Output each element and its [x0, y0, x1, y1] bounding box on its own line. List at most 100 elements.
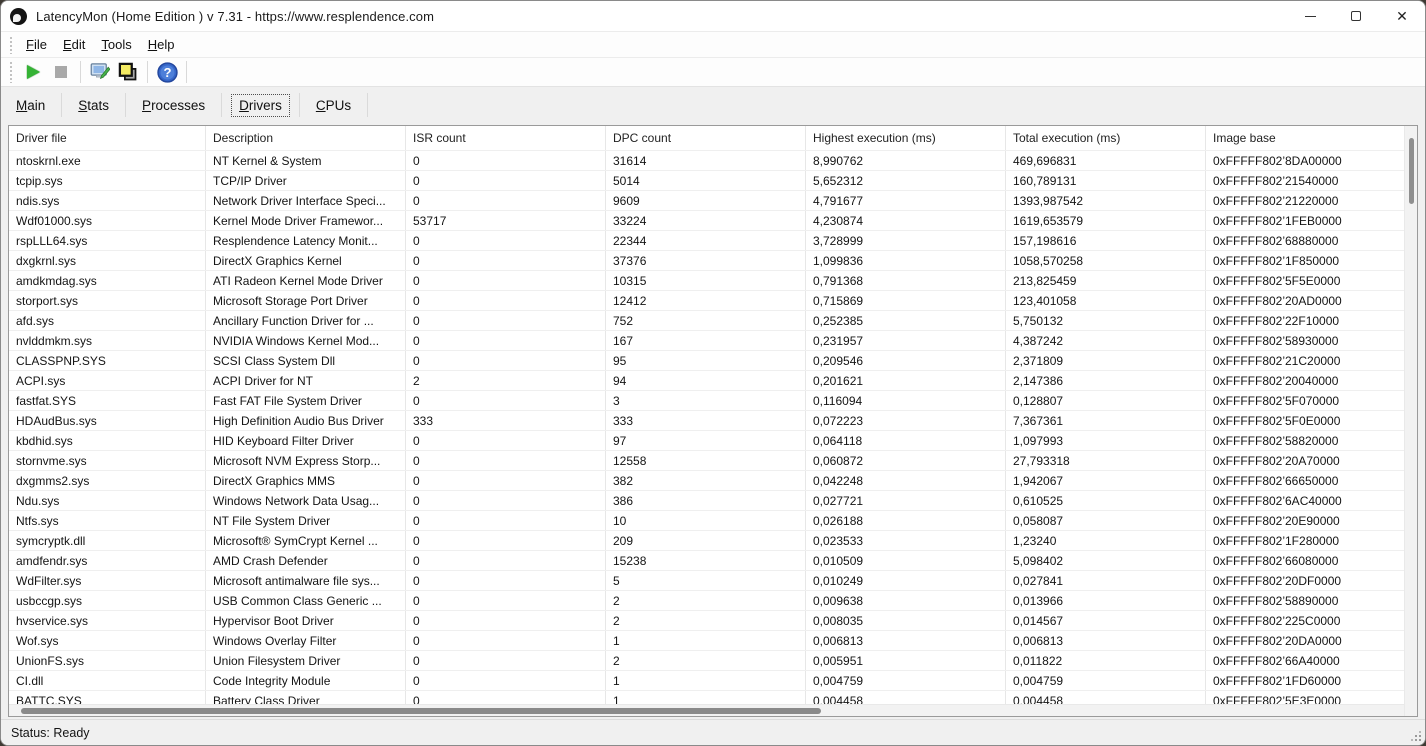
tab-main[interactable]: Main: [9, 95, 52, 116]
cell: 0,008035: [806, 611, 1006, 630]
cell: 0: [406, 591, 606, 610]
vertical-scrollbar[interactable]: [1404, 126, 1417, 716]
report-windows-button[interactable]: [114, 59, 142, 85]
table-row[interactable]: stornvme.sysMicrosoft NVM Express Storp.…: [9, 450, 1404, 470]
cell: 4,230874: [806, 211, 1006, 230]
table-row[interactable]: nvlddmkm.sysNVIDIA Windows Kernel Mod...…: [9, 330, 1404, 350]
menu-file[interactable]: File: [19, 34, 54, 55]
app-icon[interactable]: [10, 8, 27, 25]
table-row[interactable]: dxgkrnl.sysDirectX Graphics Kernel037376…: [9, 250, 1404, 270]
table-row[interactable]: Ntfs.sysNT File System Driver0100,026188…: [9, 510, 1404, 530]
cell: 15238: [606, 551, 806, 570]
cell: 37376: [606, 251, 806, 270]
tab-separator: [221, 93, 222, 117]
cell: tcpip.sys: [9, 171, 206, 190]
table-row[interactable]: ACPI.sysACPI Driver for NT2940,2016212,1…: [9, 370, 1404, 390]
tab-drivers[interactable]: Drivers: [231, 94, 290, 117]
cell: 0xFFFFF802’20040000: [1206, 371, 1404, 390]
table-row[interactable]: ndis.sysNetwork Driver Interface Speci..…: [9, 190, 1404, 210]
tab-strip: Main Stats Processes Drivers CPUs: [1, 87, 1425, 123]
cell: 2,147386: [1006, 371, 1206, 390]
cell: amdfendr.sys: [9, 551, 206, 570]
table-row[interactable]: symcryptk.dllMicrosoft® SymCrypt Kernel …: [9, 530, 1404, 550]
cell: 0xFFFFF802’20DF0000: [1206, 571, 1404, 590]
tab-processes[interactable]: Processes: [135, 95, 212, 116]
cell: 0xFFFFF802’6AC40000: [1206, 491, 1404, 510]
cell: dxgmms2.sys: [9, 471, 206, 490]
start-monitor-button[interactable]: [19, 59, 47, 85]
cell: 22344: [606, 231, 806, 250]
column-header-description[interactable]: Description: [206, 126, 406, 150]
table-row[interactable]: WdFilter.sysMicrosoft antimalware file s…: [9, 570, 1404, 590]
cell: 0xFFFFF802’66650000: [1206, 471, 1404, 490]
cell: DirectX Graphics Kernel: [206, 251, 406, 270]
options-button[interactable]: [86, 59, 114, 85]
table-row[interactable]: HDAudBus.sysHigh Definition Audio Bus Dr…: [9, 410, 1404, 430]
drivers-table-main: Driver fileDescriptionISR countDPC count…: [9, 126, 1404, 716]
cell: 33224: [606, 211, 806, 230]
column-header-total-execution-ms[interactable]: Total execution (ms): [1006, 126, 1206, 150]
cell: 10: [606, 511, 806, 530]
table-row[interactable]: storport.sysMicrosoft Storage Port Drive…: [9, 290, 1404, 310]
cell: 9609: [606, 191, 806, 210]
table-row[interactable]: Ndu.sysWindows Network Data Usag...03860…: [9, 490, 1404, 510]
cell: 0,026188: [806, 511, 1006, 530]
table-row[interactable]: afd.sysAncillary Function Driver for ...…: [9, 310, 1404, 330]
help-button[interactable]: ?: [153, 59, 181, 85]
tab-separator: [367, 93, 368, 117]
table-row[interactable]: UnionFS.sysUnion Filesystem Driver020,00…: [9, 650, 1404, 670]
cell: 0,116094: [806, 391, 1006, 410]
resize-grip-icon[interactable]: [1411, 731, 1421, 741]
cell: 0,231957: [806, 331, 1006, 350]
table-row[interactable]: usbccgp.sysUSB Common Class Generic ...0…: [9, 590, 1404, 610]
horizontal-scrollbar-thumb[interactable]: [21, 708, 821, 714]
table-row[interactable]: kbdhid.sysHID Keyboard Filter Driver0970…: [9, 430, 1404, 450]
maximize-button[interactable]: [1333, 1, 1379, 31]
cell: Microsoft Storage Port Driver: [206, 291, 406, 310]
cell: hvservice.sys: [9, 611, 206, 630]
vertical-scrollbar-thumb[interactable]: [1409, 138, 1414, 204]
table-row[interactable]: fastfat.SYSFast FAT File System Driver03…: [9, 390, 1404, 410]
cell: 0,209546: [806, 351, 1006, 370]
cell: Wdf01000.sys: [9, 211, 206, 230]
play-icon: [27, 65, 40, 79]
cell: ndis.sys: [9, 191, 206, 210]
cell: 167: [606, 331, 806, 350]
column-header-isr-count[interactable]: ISR count: [406, 126, 606, 150]
menu-edit[interactable]: Edit: [56, 34, 92, 55]
horizontal-scrollbar[interactable]: [9, 704, 1404, 716]
column-header-highest-execution-ms[interactable]: Highest execution (ms): [806, 126, 1006, 150]
cell: 0: [406, 451, 606, 470]
tab-stats[interactable]: Stats: [71, 95, 116, 116]
table-row[interactable]: ntoskrnl.exeNT Kernel & System0316148,99…: [9, 150, 1404, 170]
column-header-image-base[interactable]: Image base: [1206, 126, 1404, 150]
table-row[interactable]: CLASSPNP.SYSSCSI Class System Dll0950,20…: [9, 350, 1404, 370]
cell: 386: [606, 491, 806, 510]
cell: 1,099836: [806, 251, 1006, 270]
menu-help[interactable]: Help: [141, 34, 182, 55]
toolbar-gripper[interactable]: [9, 61, 14, 83]
column-header-dpc-count[interactable]: DPC count: [606, 126, 806, 150]
close-icon: ✕: [1396, 9, 1408, 23]
cell: 3: [606, 391, 806, 410]
stop-monitor-button[interactable]: [47, 59, 75, 85]
table-row[interactable]: Wdf01000.sysKernel Mode Driver Framewor.…: [9, 210, 1404, 230]
column-header-driver-file[interactable]: Driver file: [9, 126, 206, 150]
cell: 0: [406, 191, 606, 210]
cell: Ntfs.sys: [9, 511, 206, 530]
table-row[interactable]: tcpip.sysTCP/IP Driver050145,652312160,7…: [9, 170, 1404, 190]
close-button[interactable]: ✕: [1379, 1, 1425, 31]
table-row[interactable]: CI.dllCode Integrity Module010,0047590,0…: [9, 670, 1404, 690]
minimize-button[interactable]: [1287, 1, 1333, 31]
table-row[interactable]: dxgmms2.sysDirectX Graphics MMS03820,042…: [9, 470, 1404, 490]
table-row[interactable]: rspLLL64.sysResplendence Latency Monit..…: [9, 230, 1404, 250]
menubar-gripper[interactable]: [9, 36, 14, 54]
cell: 0,014567: [1006, 611, 1206, 630]
cell: UnionFS.sys: [9, 651, 206, 670]
table-row[interactable]: Wof.sysWindows Overlay Filter010,0068130…: [9, 630, 1404, 650]
table-row[interactable]: hvservice.sysHypervisor Boot Driver020,0…: [9, 610, 1404, 630]
tab-cpus[interactable]: CPUs: [309, 95, 358, 116]
menu-tools[interactable]: Tools: [94, 34, 138, 55]
table-row[interactable]: amdkmdag.sysATI Radeon Kernel Mode Drive…: [9, 270, 1404, 290]
table-row[interactable]: amdfendr.sysAMD Crash Defender0152380,01…: [9, 550, 1404, 570]
